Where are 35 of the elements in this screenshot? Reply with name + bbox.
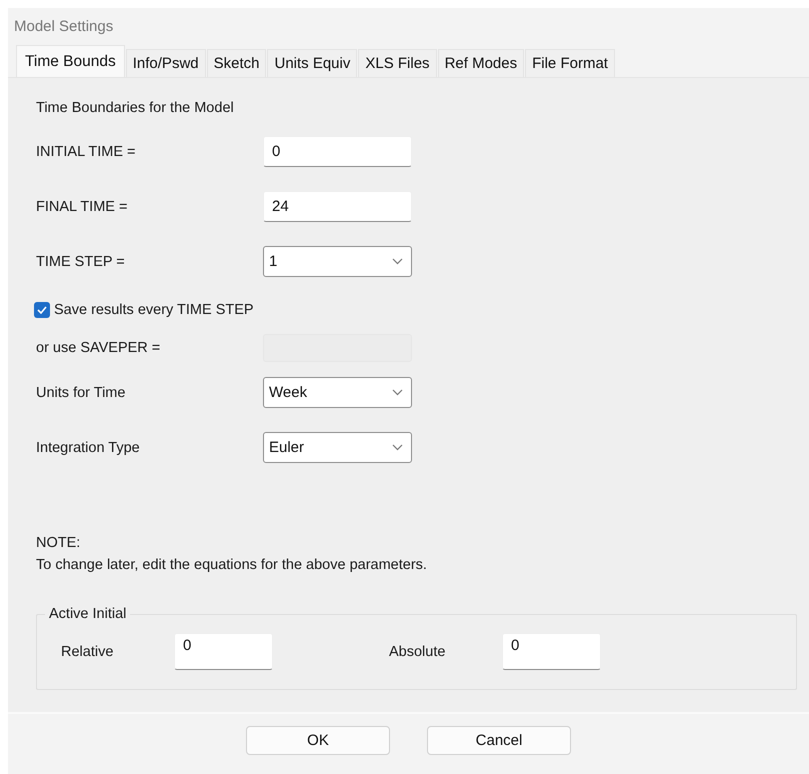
field-label: FINAL TIME =	[36, 198, 128, 214]
tab[interactable]: File Format	[525, 49, 615, 77]
tab[interactable]: Info/Pswd	[126, 49, 206, 77]
input-field[interactable]: 0	[263, 136, 412, 167]
dropdown[interactable]: Euler	[263, 432, 412, 463]
window-title: Model Settings	[14, 18, 114, 35]
chevron-down-icon	[392, 444, 403, 451]
cancel-button[interactable]: Cancel	[427, 726, 571, 754]
section-title: Time Boundaries for the Model	[36, 100, 234, 116]
group-title: Active Initial	[48, 606, 128, 622]
tab[interactable]: Units Equiv	[267, 49, 358, 77]
field-label: Absolute	[389, 644, 446, 660]
dropdown[interactable]: 1	[263, 246, 412, 277]
dropdown[interactable]: Week	[263, 377, 412, 408]
field-label: INITIAL TIME =	[36, 144, 136, 160]
input-field[interactable]: 0	[502, 633, 601, 670]
chevron-down-icon	[392, 389, 403, 396]
tab[interactable]: Ref Modes	[438, 49, 524, 77]
field-label: or use SAVEPER =	[36, 340, 160, 356]
field-label: Integration Type	[36, 440, 140, 456]
ok-button[interactable]: OK	[246, 726, 390, 754]
note-text: To change later, edit the equations for the above parameters.	[36, 556, 427, 575]
checkbox-label: Save results every TIME STEP	[54, 302, 254, 318]
field-label: Units for Time	[36, 384, 126, 400]
checkbox[interactable]	[34, 302, 50, 318]
check-icon	[37, 306, 47, 314]
tab[interactable]: Sketch	[206, 49, 266, 77]
input-field[interactable]: 0	[174, 633, 273, 670]
chevron-down-icon	[392, 258, 403, 265]
tab[interactable]: XLS Files	[358, 49, 437, 77]
tab[interactable]: Time Bounds	[16, 45, 125, 77]
field-label: TIME STEP =	[36, 254, 125, 270]
note-heading: NOTE:	[36, 534, 80, 553]
input-field[interactable]: 24	[263, 191, 412, 222]
field-label: Relative	[61, 644, 114, 660]
